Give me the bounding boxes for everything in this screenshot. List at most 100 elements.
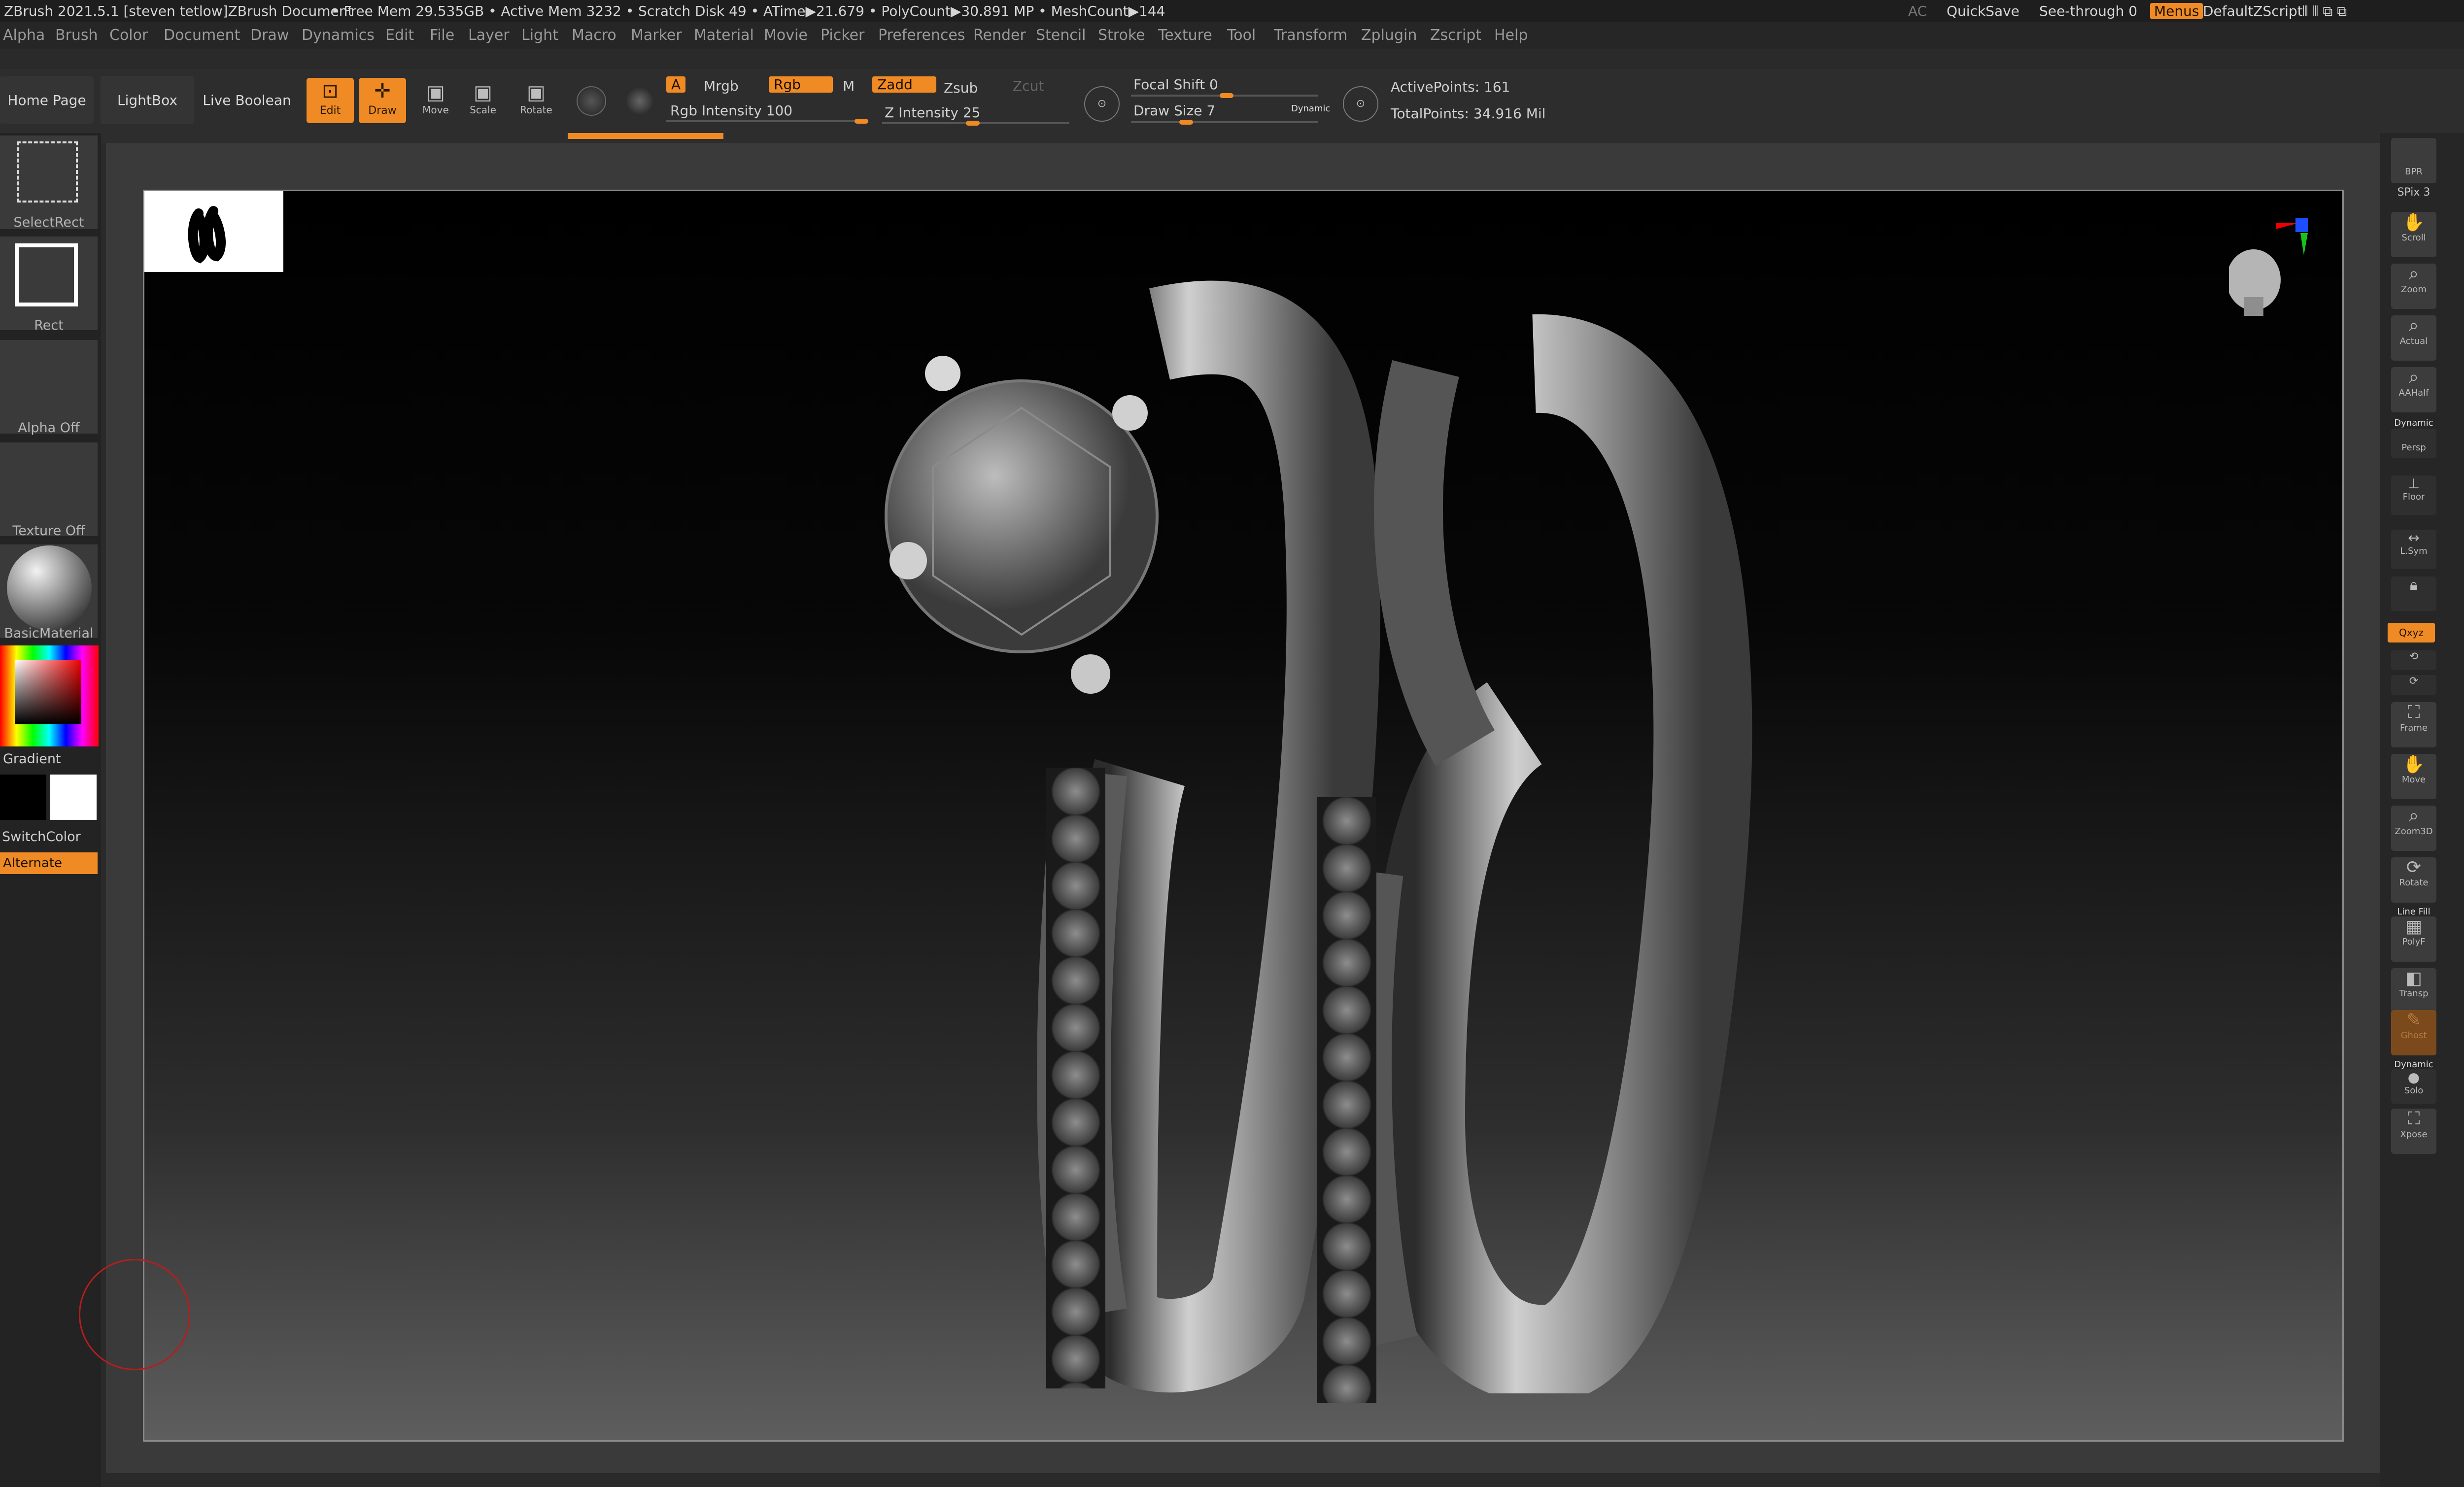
alternate-button[interactable]: Alternate bbox=[0, 852, 98, 874]
rotate-z-icon[interactable]: ⟳ bbox=[2391, 675, 2436, 695]
material-label: BasicMaterial bbox=[4, 626, 94, 641]
floor-button[interactable]: ⊥ Floor bbox=[2391, 475, 2436, 515]
live-boolean-button[interactable]: Live Boolean bbox=[200, 76, 294, 124]
move-view-button[interactable]: ✋ Move bbox=[2391, 754, 2436, 799]
solo-button[interactable]: ● Solo bbox=[2391, 1069, 2436, 1104]
lightbox-button[interactable]: LightBox bbox=[101, 76, 194, 124]
bpr-button[interactable]: BPR bbox=[2391, 138, 2436, 183]
spix-slider[interactable]: SPix 3 bbox=[2384, 186, 2443, 199]
dynamic-persp-toggle[interactable]: Dynamic bbox=[2384, 418, 2443, 428]
z-intensity-knob[interactable] bbox=[966, 121, 980, 126]
menu-render[interactable]: Render bbox=[973, 27, 1026, 44]
zadd-toggle[interactable]: Zadd bbox=[872, 76, 936, 93]
menu-transform[interactable]: Transform bbox=[1274, 27, 1347, 44]
zsub-toggle[interactable]: Zsub bbox=[944, 80, 978, 96]
m-toggle[interactable]: M bbox=[843, 78, 855, 94]
solo-label: Solo bbox=[2404, 1085, 2424, 1096]
scroll-button[interactable]: ✋ Scroll bbox=[2391, 212, 2436, 257]
see-through-slider[interactable]: See-through 0 bbox=[2039, 3, 2137, 19]
material-sphere-icon[interactable] bbox=[577, 86, 606, 116]
menu-help[interactable]: Help bbox=[1494, 27, 1528, 44]
secondary-color-swatch[interactable] bbox=[50, 775, 97, 820]
quicksave-button[interactable]: QuickSave bbox=[1947, 3, 2019, 19]
menu-texture[interactable]: Texture bbox=[1158, 27, 1212, 44]
menu-file[interactable]: File bbox=[430, 27, 454, 44]
draw-size-slider[interactable] bbox=[1131, 120, 1318, 125]
a-toggle[interactable]: A bbox=[666, 76, 686, 93]
magnifier-icon: ⌕ bbox=[2408, 264, 2419, 284]
menu-picker[interactable]: Picker bbox=[821, 27, 864, 44]
dynamic-solo-toggle[interactable]: Dynamic bbox=[2384, 1059, 2443, 1070]
rect-stroke-slot[interactable] bbox=[0, 237, 98, 330]
color-square[interactable] bbox=[15, 660, 81, 724]
lazy-mouse-icon[interactable]: ⊙ bbox=[1084, 86, 1120, 122]
frame-button[interactable]: ⛶ Frame bbox=[2391, 702, 2436, 747]
menu-stroke[interactable]: Stroke bbox=[1098, 27, 1145, 44]
menu-zplugin[interactable]: Zplugin bbox=[1361, 27, 1417, 44]
menu-brush[interactable]: Brush bbox=[55, 27, 98, 44]
menu-marker[interactable]: Marker bbox=[631, 27, 682, 44]
focal-shift-slider[interactable] bbox=[1131, 93, 1318, 98]
lsym-button[interactable]: ↔ L.Sym bbox=[2391, 530, 2436, 569]
alpha-slot[interactable] bbox=[0, 340, 98, 434]
polyf-button[interactable]: ▦ PolyF bbox=[2391, 916, 2436, 962]
replay-icon[interactable]: ⊙ bbox=[1343, 86, 1378, 122]
menu-zscript[interactable]: Zscript bbox=[1430, 27, 1481, 44]
aahalf-button[interactable]: ⌕ AAHalf bbox=[2391, 367, 2436, 412]
menu-color[interactable]: Color bbox=[109, 27, 148, 44]
dynamic-size-toggle[interactable]: Dynamic bbox=[1291, 103, 1330, 114]
edit-mode-button[interactable]: ⊡ Edit bbox=[307, 78, 354, 123]
menu-layer[interactable]: Layer bbox=[468, 27, 510, 44]
transp-button[interactable]: ◧ Transp bbox=[2391, 968, 2436, 1014]
menu-dynamics[interactable]: Dynamics bbox=[302, 27, 375, 44]
menu-macro[interactable]: Macro bbox=[572, 27, 616, 44]
rotate-y-icon[interactable]: ⟲ bbox=[2391, 650, 2436, 670]
rgb-intensity-slider[interactable] bbox=[666, 119, 868, 124]
menu-document[interactable]: Document bbox=[164, 27, 240, 44]
lock-icon[interactable]: 🔒︎ bbox=[2391, 576, 2436, 611]
main-color-swatch[interactable] bbox=[0, 775, 46, 820]
menu-draw[interactable]: Draw bbox=[250, 27, 289, 44]
rgb-intensity-label: Rgb Intensity 100 bbox=[670, 102, 793, 119]
draw-mode-button[interactable]: ✛ Draw bbox=[359, 78, 406, 123]
default-zscript-button[interactable]: DefaultZScript bbox=[2203, 3, 2303, 19]
color-picker[interactable] bbox=[0, 645, 99, 746]
menu-light[interactable]: Light bbox=[521, 27, 558, 44]
line-fill-toggle[interactable]: Line Fill bbox=[2384, 907, 2443, 917]
document-viewport[interactable] bbox=[143, 190, 2344, 1442]
xpose-button[interactable]: ⛶ Xpose bbox=[2391, 1109, 2436, 1154]
zoom3d-button[interactable]: ⌕ Zoom3D bbox=[2391, 806, 2436, 851]
rotate-mode-button[interactable]: ▣ Rotate bbox=[513, 81, 560, 116]
window-controls-icon[interactable]: ⫴ ⫴ ⧉ ⧉ bbox=[2302, 3, 2347, 20]
menu-tool[interactable]: Tool bbox=[1227, 27, 1256, 44]
nav-cube[interactable] bbox=[2226, 218, 2309, 317]
draw-size-knob[interactable] bbox=[1179, 120, 1193, 125]
menu-movie[interactable]: Movie bbox=[764, 27, 808, 44]
move-mode-button[interactable]: ▣ Move bbox=[412, 81, 459, 116]
menu-alpha[interactable]: Alpha bbox=[3, 27, 45, 44]
aahalf-magnifier-icon: ⌕ bbox=[2408, 367, 2419, 387]
menu-edit[interactable]: Edit bbox=[385, 27, 414, 44]
rgb-intensity-knob[interactable] bbox=[855, 119, 868, 124]
z-intensity-slider[interactable] bbox=[882, 121, 1069, 126]
mrgb-toggle[interactable]: Mrgb bbox=[704, 78, 739, 94]
persp-button[interactable]: Persp bbox=[2391, 429, 2436, 458]
zoom-button[interactable]: ⌕ Zoom bbox=[2391, 264, 2436, 309]
xyz-rotation-toggle[interactable]: Qxyz bbox=[2388, 623, 2435, 642]
menus-toggle[interactable]: Menus bbox=[2150, 3, 2203, 19]
home-page-button[interactable]: Home Page bbox=[0, 76, 94, 124]
material-slot[interactable] bbox=[0, 544, 98, 638]
switchcolor-button[interactable]: SwitchColor bbox=[2, 829, 81, 845]
scale-mode-button[interactable]: ▣ Scale bbox=[459, 81, 507, 116]
rotate-view-button[interactable]: ⟳ Rotate bbox=[2391, 857, 2436, 903]
zcut-toggle[interactable]: Zcut bbox=[1013, 78, 1044, 94]
menu-stencil[interactable]: Stencil bbox=[1036, 27, 1086, 44]
ghost-button[interactable]: ✎ Ghost bbox=[2391, 1010, 2436, 1055]
menu-material[interactable]: Material bbox=[694, 27, 754, 44]
rgb-toggle[interactable]: Rgb bbox=[769, 76, 833, 93]
stroke-type-icon[interactable] bbox=[625, 86, 654, 116]
menu-preferences[interactable]: Preferences bbox=[878, 27, 965, 44]
focal-shift-knob[interactable] bbox=[1220, 93, 1233, 98]
actual-button[interactable]: ⌕ Actual bbox=[2391, 315, 2436, 361]
texture-slot[interactable] bbox=[0, 442, 98, 536]
